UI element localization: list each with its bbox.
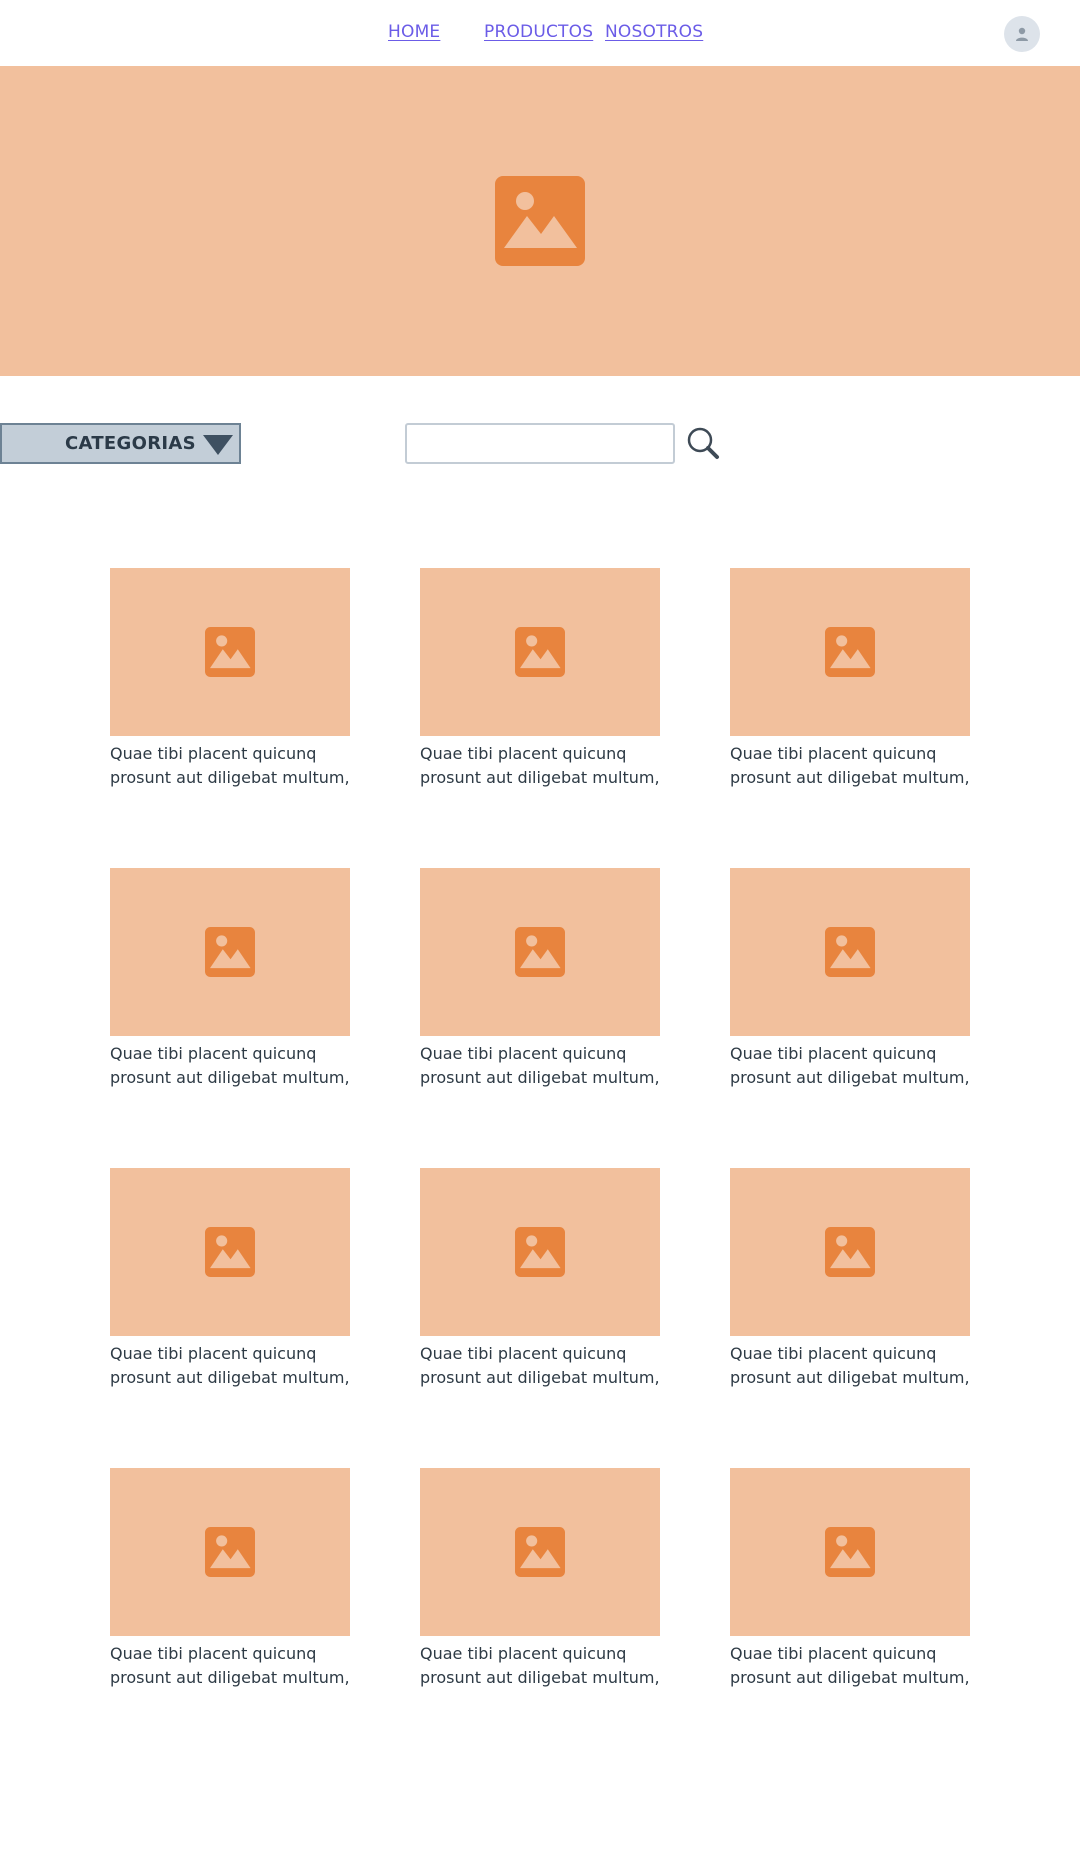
product-image[interactable] [110,1468,350,1636]
product-description-line: prosunt aut diligebat multum, [110,768,350,787]
image-placeholder-icon [825,927,875,977]
image-placeholder-icon [205,927,255,977]
product-image[interactable] [110,868,350,1036]
hero-banner [0,66,1080,376]
product-card[interactable]: Quae tibi placent quicunq prosunt aut dil… [420,568,660,790]
image-placeholder-icon [495,176,585,266]
product-description-line: prosunt aut diligebat multum, [730,1368,970,1387]
top-nav: HOME PRODUCTOS NOSOTROS [0,0,1080,66]
product-description-line: prosunt aut diligebat multum, [730,1668,970,1687]
image-placeholder-icon [515,1527,565,1577]
search-icon [687,427,719,459]
product-description: Quae tibi placent quicunq prosunt aut dil… [110,1042,350,1090]
categories-label: CATEGORIAS [65,433,196,454]
image-placeholder-icon [515,927,565,977]
product-description-line: Quae tibi placent quicunq [730,744,937,763]
search-button[interactable] [686,426,722,462]
nav-link-productos[interactable]: PRODUCTOS [484,22,593,42]
product-description-line: Quae tibi placent quicunq [110,1044,317,1063]
product-description: Quae tibi placent quicunq prosunt aut dil… [730,742,970,790]
product-card[interactable]: Quae tibi placent quicunq prosunt aut dil… [730,1168,970,1390]
product-image[interactable] [730,568,970,736]
nav-link-nosotros[interactable]: NOSOTROS [605,22,703,42]
product-card[interactable]: Quae tibi placent quicunq prosunt aut dil… [730,568,970,790]
image-placeholder-icon [205,1227,255,1277]
product-image[interactable] [110,568,350,736]
product-description-line: prosunt aut diligebat multum, [730,768,970,787]
chevron-down-icon [203,435,233,455]
product-image[interactable] [730,1468,970,1636]
image-placeholder-icon [825,1527,875,1577]
product-description-line: Quae tibi placent quicunq [420,1344,627,1363]
product-description: Quae tibi placent quicunq prosunt aut dil… [730,1042,970,1090]
product-card[interactable]: Quae tibi placent quicunq prosunt aut dil… [110,1468,350,1690]
product-description: Quae tibi placent quicunq prosunt aut dil… [110,1642,350,1690]
product-description: Quae tibi placent quicunq prosunt aut dil… [420,1342,660,1390]
product-description-line: Quae tibi placent quicunq [420,1044,627,1063]
product-card[interactable]: Quae tibi placent quicunq prosunt aut dil… [420,1168,660,1390]
product-description-line: prosunt aut diligebat multum, [420,1668,660,1687]
product-card[interactable]: Quae tibi placent quicunq prosunt aut dil… [110,568,350,790]
product-card[interactable]: Quae tibi placent quicunq prosunt aut dil… [420,868,660,1090]
product-description-line: Quae tibi placent quicunq [420,744,627,763]
product-card[interactable]: Quae tibi placent quicunq prosunt aut dil… [420,1468,660,1690]
product-description-line: Quae tibi placent quicunq [420,1644,627,1663]
product-description-line: prosunt aut diligebat multum, [420,1068,660,1087]
product-description-line: prosunt aut diligebat multum, [110,1068,350,1087]
product-description: Quae tibi placent quicunq prosunt aut dil… [420,1042,660,1090]
product-description-line: prosunt aut diligebat multum, [420,768,660,787]
search-input[interactable] [405,423,675,464]
user-avatar-button[interactable] [1004,16,1040,52]
user-avatar-icon [1016,27,1028,41]
product-description-line: Quae tibi placent quicunq [730,1344,937,1363]
product-image[interactable] [420,1468,660,1636]
product-image[interactable] [730,868,970,1036]
product-card[interactable]: Quae tibi placent quicunq prosunt aut dil… [730,1468,970,1690]
product-description: Quae tibi placent quicunq prosunt aut dil… [730,1342,970,1390]
product-description: Quae tibi placent quicunq prosunt aut dil… [110,1342,350,1390]
product-description: Quae tibi placent quicunq prosunt aut dil… [420,742,660,790]
product-image[interactable] [420,868,660,1036]
image-placeholder-icon [205,627,255,677]
product-description-line: Quae tibi placent quicunq [110,1344,317,1363]
nav-link-home[interactable]: HOME [388,22,440,42]
product-card[interactable]: Quae tibi placent quicunq prosunt aut dil… [110,868,350,1090]
image-placeholder-icon [515,627,565,677]
product-image[interactable] [110,1168,350,1336]
categories-dropdown[interactable]: CATEGORIAS [0,423,241,464]
product-description: Quae tibi placent quicunq prosunt aut dil… [110,742,350,790]
product-description-line: Quae tibi placent quicunq [110,1644,317,1663]
product-image[interactable] [420,568,660,736]
product-card[interactable]: Quae tibi placent quicunq prosunt aut dil… [730,868,970,1090]
image-placeholder-icon [825,1227,875,1277]
product-description-line: prosunt aut diligebat multum, [420,1368,660,1387]
product-description: Quae tibi placent quicunq prosunt aut dil… [730,1642,970,1690]
image-placeholder-icon [205,1527,255,1577]
product-card[interactable]: Quae tibi placent quicunq prosunt aut dil… [110,1168,350,1390]
product-description-line: Quae tibi placent quicunq [110,744,317,763]
product-image[interactable] [730,1168,970,1336]
image-placeholder-icon [515,1227,565,1277]
product-description-line: prosunt aut diligebat multum, [110,1668,350,1687]
product-image[interactable] [420,1168,660,1336]
product-description-line: prosunt aut diligebat multum, [110,1368,350,1387]
product-description-line: Quae tibi placent quicunq [730,1044,937,1063]
product-description-line: Quae tibi placent quicunq [730,1644,937,1663]
image-placeholder-icon [825,627,875,677]
product-description-line: prosunt aut diligebat multum, [730,1068,970,1087]
product-description: Quae tibi placent quicunq prosunt aut dil… [420,1642,660,1690]
